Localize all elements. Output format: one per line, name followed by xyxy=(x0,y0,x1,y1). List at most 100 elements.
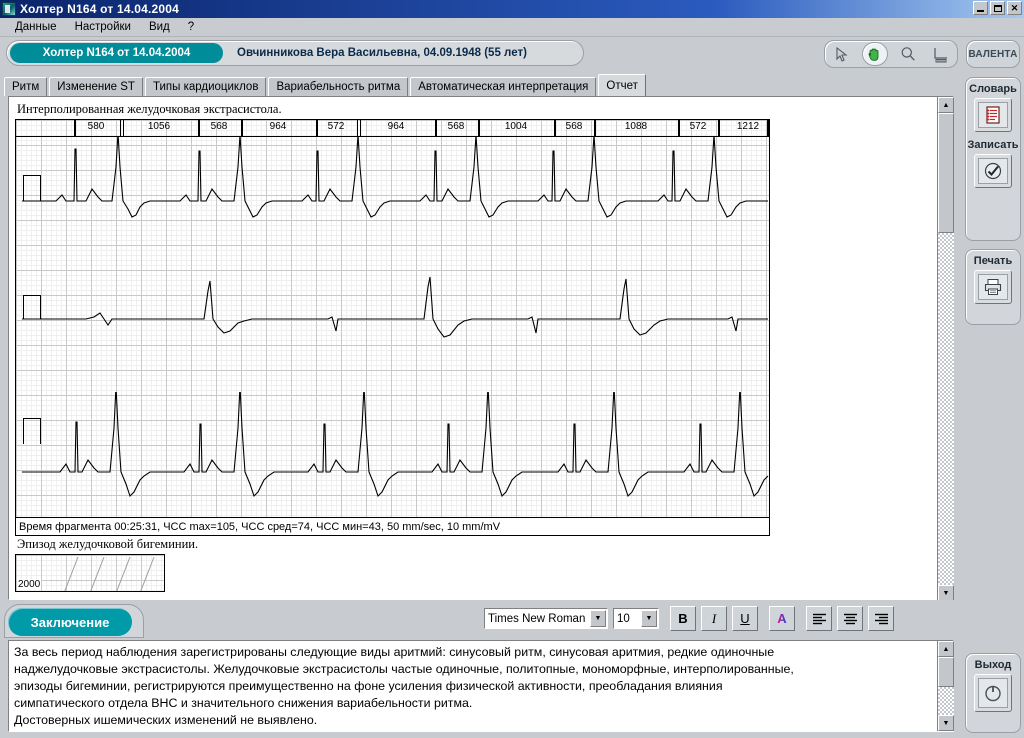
view-tools-group xyxy=(824,40,958,68)
patient-info: Овчинникова Вера Васильевна, 04.09.1948 … xyxy=(237,47,527,59)
underline-button[interactable]: U xyxy=(732,606,758,631)
conclusion-line: Достоверных ишемических изменений не выя… xyxy=(14,713,318,727)
header-area: Холтер N164 от 14.04.2004 Овчинникова Ве… xyxy=(0,37,1024,73)
tab-st-change[interactable]: Изменение ST xyxy=(49,77,143,96)
menu-item-data[interactable]: Данные xyxy=(6,20,66,34)
menu-item-help[interactable]: ? xyxy=(179,20,203,34)
scroll-thumb[interactable] xyxy=(938,113,954,233)
scroll-thumb[interactable] xyxy=(938,657,954,687)
pointer-tool[interactable] xyxy=(829,42,855,66)
dictionary-button[interactable] xyxy=(974,98,1012,132)
study-badge[interactable]: Холтер N164 от 14.04.2004 xyxy=(10,43,223,63)
ecg-channel-3 xyxy=(16,392,769,517)
menu-bar: Данные Настройки Вид ? xyxy=(0,18,1024,37)
scroll-track[interactable] xyxy=(938,113,954,585)
menu-item-view[interactable]: Вид xyxy=(140,20,179,34)
scroll-up-icon[interactable]: ▲ xyxy=(938,641,954,657)
report-scrollbar[interactable]: ▲ ▼ xyxy=(937,97,954,601)
font-color-label: A xyxy=(777,611,787,626)
hand-icon xyxy=(866,46,883,63)
close-icon[interactable]: ✕ xyxy=(1007,1,1022,15)
scroll-down-icon[interactable]: ▼ xyxy=(938,585,954,601)
minimize-icon[interactable] xyxy=(973,1,988,15)
rr-label: 568 xyxy=(565,121,583,132)
conclusion-toolbar: Заключение Times New Roman ▼ 10 ▼ B I U … xyxy=(0,600,962,640)
align-left-button[interactable] xyxy=(806,606,832,631)
rr-label: 572 xyxy=(689,121,707,132)
tab-auto-interpretation[interactable]: Автоматическая интерпретация xyxy=(410,77,597,96)
zoom-tool[interactable] xyxy=(895,42,921,66)
tab-report[interactable]: Отчет xyxy=(598,74,646,96)
study-patient-bar: Холтер N164 от 14.04.2004 Овчинникова Ве… xyxy=(6,40,584,66)
ecg-chart-2[interactable]: 2000 xyxy=(15,554,165,592)
bold-label: B xyxy=(678,611,688,626)
underline-label: U xyxy=(740,611,750,626)
rr-label: 572 xyxy=(327,121,345,132)
mini-scale-label: 2000 xyxy=(17,579,42,590)
format-controls: Times New Roman ▼ 10 ▼ B I U A xyxy=(484,606,894,631)
font-color-button[interactable]: A xyxy=(769,606,795,631)
right-sidebar: Словарь Записать Печать Выход xyxy=(962,73,1024,738)
exit-button[interactable] xyxy=(974,674,1012,712)
ecg-trace-1 xyxy=(22,137,768,218)
main-tabs: Ритм Изменение ST Типы кардиоциклов Вари… xyxy=(0,73,962,96)
rr-label: 964 xyxy=(269,121,287,132)
bold-button[interactable]: B xyxy=(670,606,696,631)
power-icon xyxy=(978,678,1008,708)
scroll-up-icon[interactable]: ▲ xyxy=(938,97,954,113)
brand-logo: ВАЛЕНТА xyxy=(966,40,1020,68)
list-document-icon xyxy=(978,102,1008,128)
conclusion-panel: За весь период наблюдения зарегистрирова… xyxy=(8,640,954,732)
conclusion-line: симпатического отдела ВНС и значительног… xyxy=(14,696,473,710)
exit-label: Выход xyxy=(974,659,1012,671)
rr-label: 1004 xyxy=(504,121,528,132)
rr-interval-strip: 580 1056 568 964 572 964 568 1004 568 10… xyxy=(16,120,769,137)
font-size-select[interactable]: 10 ▼ xyxy=(613,608,659,629)
align-center-icon xyxy=(843,613,858,625)
scroll-down-icon[interactable]: ▼ xyxy=(938,715,954,731)
ecg-chart-1[interactable]: 580 1056 568 964 572 964 568 1004 568 10… xyxy=(15,119,770,536)
print-button[interactable] xyxy=(974,270,1012,304)
tab-rhythm-variability[interactable]: Вариабельность ритма xyxy=(268,77,409,96)
arrow-cursor-icon xyxy=(835,46,848,62)
sidebar-group-print: Печать xyxy=(965,249,1021,325)
sidebar-group-tools: Словарь Записать xyxy=(965,77,1021,241)
align-right-button[interactable] xyxy=(868,606,894,631)
print-label: Печать xyxy=(973,255,1013,267)
chevron-down-icon[interactable]: ▼ xyxy=(590,610,606,627)
chevron-down-icon[interactable]: ▼ xyxy=(641,610,657,627)
window-controls: ✕ xyxy=(973,1,1022,15)
menu-item-settings[interactable]: Настройки xyxy=(66,20,140,34)
rr-label: 964 xyxy=(387,121,405,132)
align-center-button[interactable] xyxy=(837,606,863,631)
rr-label: 568 xyxy=(210,121,228,132)
magnifier-icon xyxy=(900,46,916,62)
save-button[interactable] xyxy=(974,154,1012,188)
report-content: Интерполированная желудочковая экстрасис… xyxy=(9,97,936,599)
italic-label: I xyxy=(711,610,717,626)
title-bar: Холтер N164 от 14.04.2004 ✕ xyxy=(0,0,1024,18)
window-title: Холтер N164 от 14.04.2004 xyxy=(20,2,180,16)
conclusion-textarea[interactable]: За весь период наблюдения зарегистрирова… xyxy=(9,641,936,731)
ecg-channel-1 xyxy=(16,137,769,247)
conclusion-scrollbar[interactable]: ▲ ▼ xyxy=(937,641,954,731)
italic-button[interactable]: I xyxy=(701,606,727,631)
app-icon xyxy=(2,2,16,16)
measure-tool[interactable] xyxy=(928,42,954,66)
font-family-select[interactable]: Times New Roman ▼ xyxy=(484,608,608,629)
printer-icon xyxy=(978,274,1008,300)
scroll-track[interactable] xyxy=(938,657,954,715)
restore-icon[interactable] xyxy=(990,1,1005,15)
tab-conclusion[interactable]: Заключение xyxy=(8,608,132,636)
tab-cardiocycle-types[interactable]: Типы кардиоциклов xyxy=(144,77,267,96)
rr-label: 580 xyxy=(87,121,105,132)
ecg-section-title-1: Интерполированная желудочковая экстрасис… xyxy=(17,102,282,116)
ecg-fragment-info: Время фрагмента 00:25:31, ЧСС max=105, Ч… xyxy=(16,517,769,535)
rr-label: 1056 xyxy=(147,121,171,132)
sidebar-group-exit: Выход xyxy=(965,653,1021,733)
tab-rhythm[interactable]: Ритм xyxy=(4,77,48,96)
application-window: Холтер N164 от 14.04.2004 ✕ Данные Настр… xyxy=(0,0,1024,738)
ecg-trace-3 xyxy=(22,392,769,498)
pan-hand-tool[interactable] xyxy=(861,42,888,66)
conclusion-line: За весь период наблюдения зарегистрирова… xyxy=(14,645,775,659)
